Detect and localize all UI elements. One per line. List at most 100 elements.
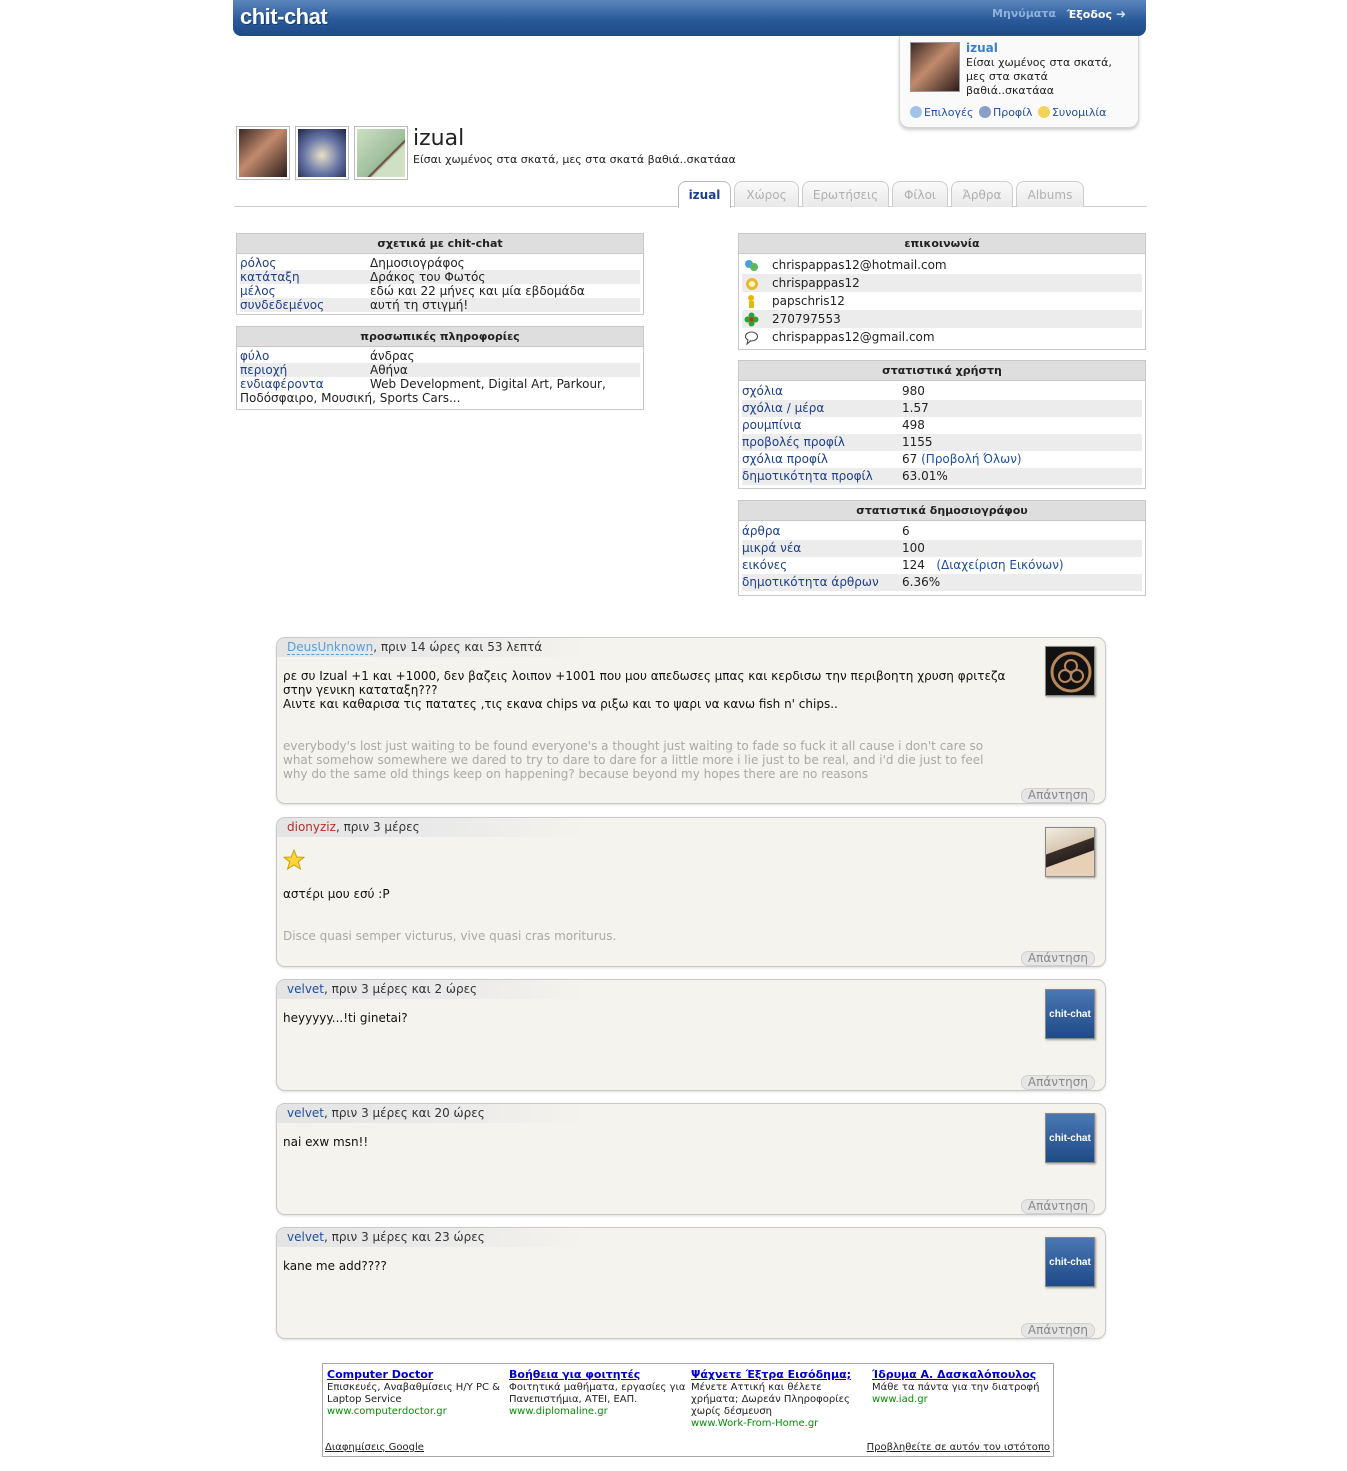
tab-articles[interactable]: Άρθρα — [951, 181, 1013, 207]
about-box-title: σχετικά με chit-chat — [237, 234, 643, 254]
page-title: izual — [413, 126, 465, 151]
user-stats-box: στατιστικά χρήστη σχόλια 980 σχόλια / μέρ… — [738, 360, 1146, 489]
tab-izual[interactable]: izual — [678, 181, 731, 208]
ad-title[interactable]: Βοήθεια για φοιτητές — [509, 1368, 687, 1382]
avatar[interactable] — [910, 42, 960, 92]
comment-body: heyyyyy...!ti ginetai? — [283, 1011, 408, 1025]
ad-title[interactable]: Computer Doctor — [327, 1368, 505, 1382]
view-all-comments-link[interactable]: (Προβολή Όλων) — [921, 452, 1021, 466]
signature-line: Disce quasi semper victurus, vive quasi … — [283, 929, 617, 943]
logout-label[interactable]: Έξοδος — [1067, 8, 1112, 21]
options-icon — [910, 106, 922, 118]
info-value: Δράκος του Φωτός — [370, 270, 486, 284]
logout-arrow-icon: ➜ — [1116, 7, 1127, 21]
ad-title[interactable]: Ψάχνετε Έξτρα Εισόδημα; — [691, 1368, 869, 1382]
ad-url[interactable]: www.computerdoctor.gr — [327, 1406, 505, 1418]
avatar[interactable] — [1045, 827, 1095, 877]
contact-value[interactable]: chrispappas12 — [772, 274, 860, 292]
google-ads-label[interactable]: Διαφημίσεις Google — [325, 1442, 424, 1453]
user-panel: izual Είσαι χωμένος στα σκατά, μες στα σ… — [899, 36, 1139, 128]
contact-row: chrispappas12@gmail.com — [742, 328, 1142, 346]
msn-icon — [745, 260, 758, 271]
stat-row: ρουμπίνια 498 — [742, 417, 1142, 434]
contact-row: chrispappas12@hotmail.com — [742, 256, 1142, 274]
tab-questions[interactable]: Ερωτήσεις — [802, 181, 889, 207]
ad-url[interactable]: www.iad.gr — [872, 1394, 1050, 1406]
comment-author[interactable]: velvet — [287, 1106, 324, 1120]
comment-signature: everybody's lost just waiting to be foun… — [283, 739, 983, 781]
tab-space[interactable]: Χώρος — [734, 181, 799, 207]
google-ads-box: Computer Doctor Επισκευές, Αναβαθμίσεις … — [322, 1363, 1054, 1457]
info-key: συνδεδεμένος — [240, 298, 325, 312]
site-logo[interactable]: chit-chat — [240, 4, 328, 30]
info-row: περιοχή Αθήνα — [240, 363, 640, 377]
avatar[interactable]: chit-chat — [1045, 1237, 1095, 1287]
contact-value[interactable]: papschris12 — [772, 292, 845, 310]
ad-item: Computer Doctor Επισκευές, Αναβαθμίσεις … — [327, 1368, 505, 1418]
profile-photo-3[interactable] — [354, 126, 408, 180]
comment-author[interactable]: velvet — [287, 1230, 324, 1244]
user-panel-name[interactable]: izual — [966, 41, 998, 55]
info-key: περιοχή — [240, 363, 288, 377]
stat-key: σχόλια προφίλ — [742, 452, 829, 466]
logout-link[interactable]: Έξοδος ➜ — [1067, 7, 1126, 21]
profile-photo-2[interactable] — [295, 126, 349, 180]
stat-row: σχόλια 980 — [742, 383, 1142, 400]
star-icon — [283, 849, 305, 871]
icq-icon — [744, 312, 759, 327]
info-row: κατάταξη Δράκος του Φωτός — [240, 270, 640, 284]
stat-row: σχόλια προφίλ 67 (Προβολή Όλων) — [742, 451, 1142, 468]
ad-url[interactable]: www.Work-From-Home.gr — [691, 1418, 869, 1430]
contact-value[interactable]: chrispappas12@gmail.com — [772, 328, 935, 346]
contact-row: chrispappas12 — [742, 274, 1142, 292]
user-panel-status: Είσαι χωμένος στα σκατά, μες στα σκατά β… — [966, 56, 1112, 97]
info-value: εδώ και 22 μήνες και μία εβδομάδα — [370, 284, 585, 298]
manage-images-link[interactable]: (Διαχείριση Εικόνων) — [936, 558, 1063, 572]
stat-key: σχόλια — [742, 384, 783, 398]
messages-link[interactable]: Μηνύματα — [992, 7, 1056, 20]
stat-row: δημοτικότητα άρθρων 6.36% — [742, 574, 1142, 591]
stat-key: δημοτικότητα προφίλ — [742, 469, 873, 483]
comment-author[interactable]: velvet — [287, 982, 324, 996]
avatar[interactable] — [1045, 646, 1095, 696]
reply-button[interactable]: Απάντηση — [1020, 1075, 1095, 1090]
ad-item: Βοήθεια για φοιτητές Φοιτητικά μαθήματα,… — [509, 1368, 687, 1418]
info-key: φύλο — [240, 349, 270, 363]
reply-button[interactable]: Απάντηση — [1020, 1323, 1095, 1338]
chat-link[interactable]: Συνομιλία — [1052, 106, 1106, 119]
reply-button[interactable]: Απάντηση — [1020, 1199, 1095, 1214]
reply-button[interactable]: Απάντηση — [1020, 788, 1095, 803]
stat-value: 980 — [902, 384, 925, 398]
avatar[interactable]: chit-chat — [1045, 989, 1095, 1039]
avatar[interactable]: chit-chat — [1045, 1113, 1095, 1163]
stat-value: 1155 — [902, 435, 933, 449]
tab-albums[interactable]: Albums — [1016, 181, 1084, 207]
comment-header: velvet, πριν 3 μέρες και 23 ώρες — [277, 1228, 587, 1247]
comment-time: , πριν 3 μέρες και 20 ώρες — [324, 1106, 485, 1120]
ad-url[interactable]: www.diplomaline.gr — [509, 1406, 687, 1418]
stat-value: 6 — [902, 524, 910, 538]
contact-value[interactable]: 270797553 — [772, 310, 841, 328]
comment: DeusUnknown, πριν 14 ώρες και 53 λεπτά ρ… — [276, 637, 1106, 804]
reply-button[interactable]: Απάντηση — [1020, 951, 1095, 966]
ad-item: Ίδρυμα Α. Δασκαλόπουλος Μάθε τα πάντα γι… — [872, 1368, 1050, 1406]
profile-photo-1[interactable] — [236, 126, 290, 180]
ad-title[interactable]: Ίδρυμα Α. Δασκαλόπουλος — [872, 1368, 1050, 1382]
comment-author[interactable]: DeusUnknown — [287, 640, 374, 655]
profile-link[interactable]: Προφίλ — [993, 106, 1032, 119]
stat-value: 498 — [902, 418, 925, 432]
options-link[interactable]: Επιλογές — [924, 106, 973, 119]
contact-value[interactable]: chrispappas12@hotmail.com — [772, 256, 947, 274]
stat-key: ρουμπίνια — [742, 418, 802, 432]
advertise-here-link[interactable]: Προβληθείτε σε αυτόν τον ιστότοπο — [867, 1442, 1050, 1453]
comment-author[interactable]: dionyziz — [287, 820, 336, 834]
comment-header: velvet, πριν 3 μέρες και 2 ώρες — [277, 980, 587, 999]
comment-line: heyyyyy...!ti ginetai? — [283, 1011, 408, 1025]
tab-friends[interactable]: Φίλοι — [892, 181, 948, 207]
signature-line: why do the same old things keep on happe… — [283, 767, 869, 781]
info-row: συνδεδεμένος αυτή τη στιγμή! — [240, 298, 640, 312]
info-row: φύλο άνδρας — [240, 349, 640, 363]
profile-status: Είσαι χωμένος στα σκατά, μες στα σκατά β… — [413, 153, 736, 166]
info-value: Δημοσιογράφος — [370, 256, 465, 270]
info-row: μέλος εδώ και 22 μήνες και μία εβδομάδα — [240, 284, 640, 298]
